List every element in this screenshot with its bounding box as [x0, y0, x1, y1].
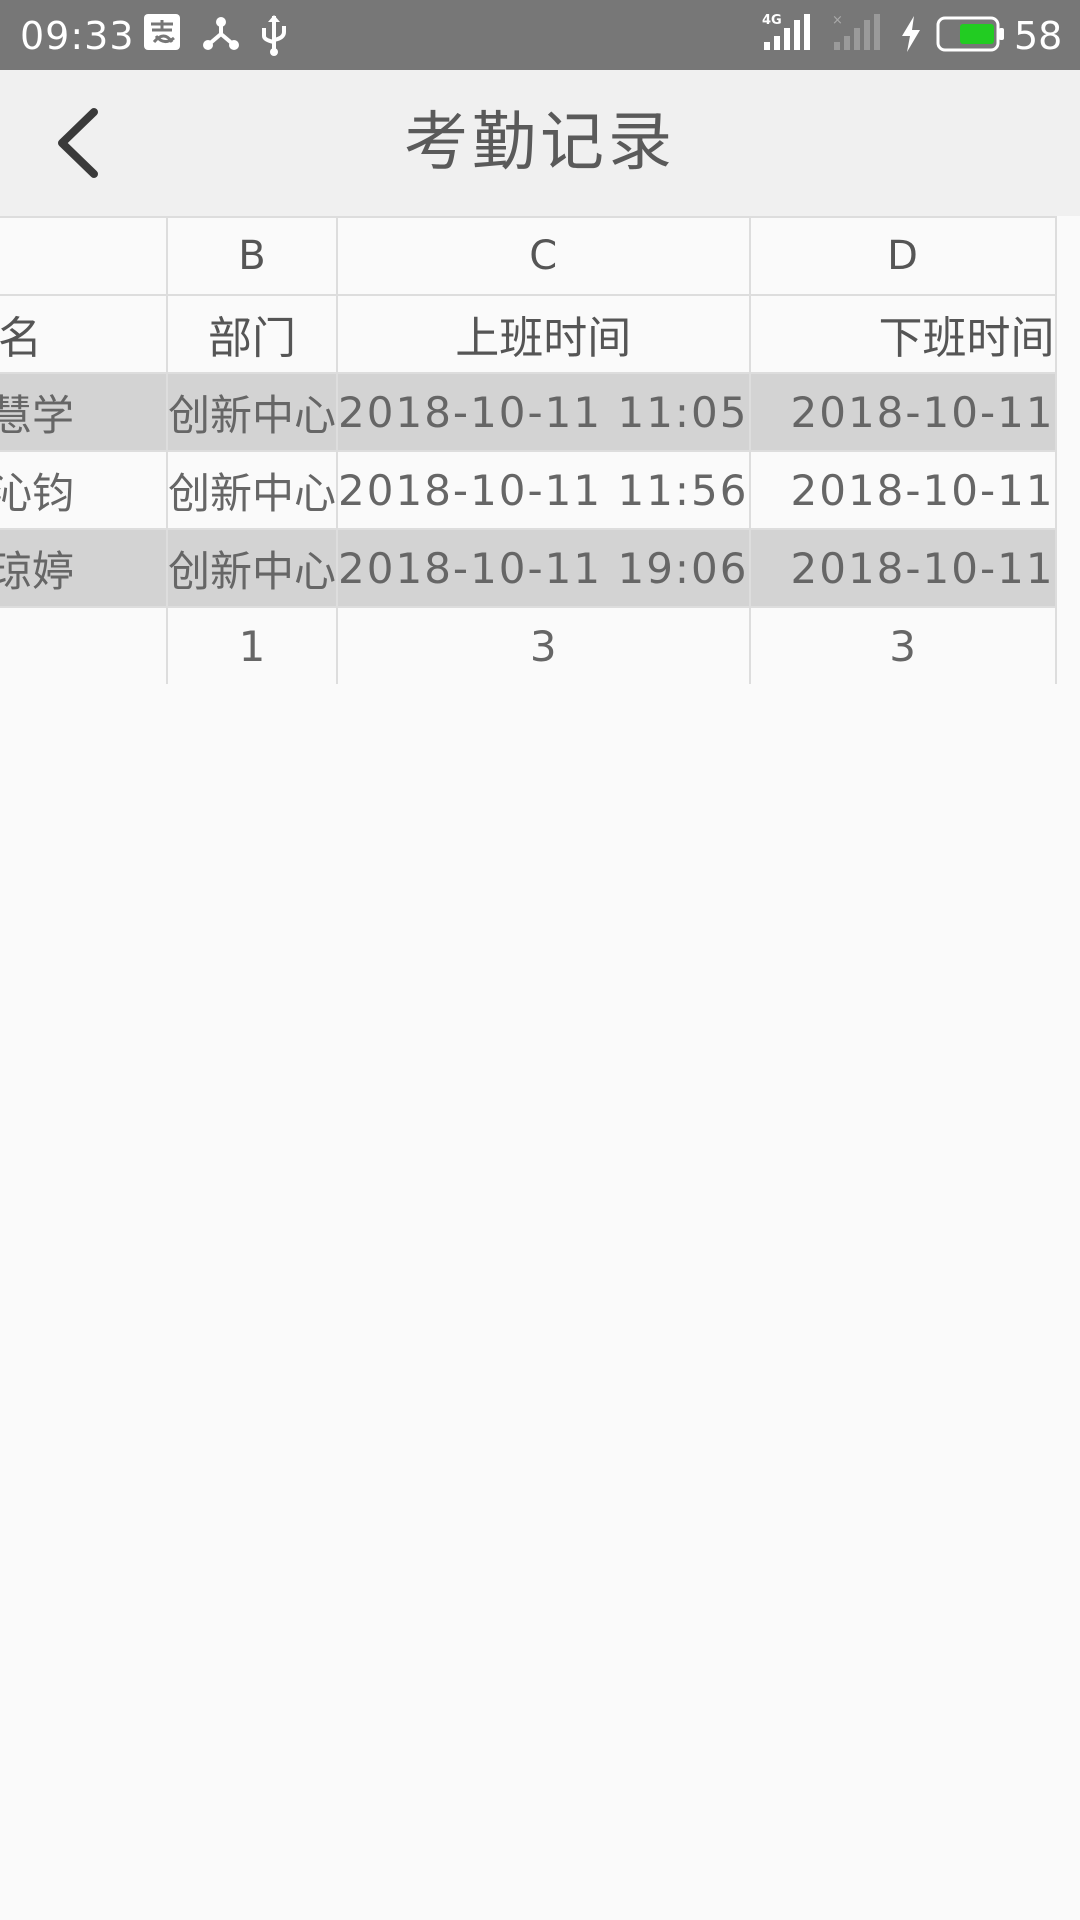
cell-department[interactable]: 创新中心 — [166, 450, 339, 530]
header-row: 姓名 部门 上班时间 下班时间 — [0, 294, 1057, 374]
cell-name[interactable]: 王琼婷 — [0, 528, 169, 608]
cell-clock-in[interactable]: 2018-10-11 19:06 — [336, 528, 751, 608]
cell-clock-out[interactable]: 2018-10-11 — [748, 450, 1057, 530]
summary-row: 3 1 3 3 — [0, 606, 1057, 684]
cell-clock-in[interactable]: 2018-10-11 11:05 — [336, 372, 751, 452]
table-row: 王琼婷 创新中心 2018-10-11 19:06 2018-10-11 — [0, 528, 1057, 608]
cell-department[interactable]: 创新中心 — [166, 528, 339, 608]
payment-app-icon — [142, 12, 182, 56]
usb-icon — [256, 12, 292, 60]
column-letter-d[interactable]: D — [748, 216, 1057, 296]
attendance-sheet[interactable]: A B C D 姓名 部门 上班时间 下班时间 尤慧学 创新中心 2018-10… — [0, 216, 1080, 684]
charging-icon — [900, 16, 922, 56]
share-icon — [200, 12, 242, 58]
summary-cell-a[interactable]: 3 — [0, 606, 169, 684]
status-bar: 09:33 4G × 58 — [0, 0, 1080, 70]
signal-none-icon: × — [830, 10, 882, 58]
summary-cell-c[interactable]: 3 — [336, 606, 751, 684]
cell-clock-out[interactable]: 2018-10-11 — [748, 528, 1057, 608]
column-letter-row: A B C D — [0, 216, 1057, 296]
column-letter-a[interactable]: A — [0, 216, 169, 296]
battery-icon — [936, 16, 1006, 56]
cell-name[interactable]: 刘沁钧 — [0, 450, 169, 530]
status-time: 09:33 — [20, 14, 135, 58]
cell-clock-in[interactable]: 2018-10-11 11:56 — [336, 450, 751, 530]
header-cell-department[interactable]: 部门 — [166, 294, 339, 374]
header-cell-name[interactable]: 姓名 — [0, 294, 169, 374]
attendance-table: A B C D 姓名 部门 上班时间 下班时间 尤慧学 创新中心 2018-10… — [0, 216, 1057, 684]
svg-text:×: × — [832, 13, 843, 28]
title-bar: 考勤记录 — [0, 70, 1080, 216]
table-row: 刘沁钧 创新中心 2018-10-11 11:56 2018-10-11 — [0, 450, 1057, 530]
chevron-left-icon — [58, 108, 98, 178]
column-letter-b[interactable]: B — [166, 216, 339, 296]
summary-cell-d[interactable]: 3 — [748, 606, 1057, 684]
cell-name[interactable]: 尤慧学 — [0, 372, 169, 452]
column-letter-c[interactable]: C — [336, 216, 751, 296]
table-row: 尤慧学 创新中心 2018-10-11 11:05 2018-10-11 — [0, 372, 1057, 452]
cell-department[interactable]: 创新中心 — [166, 372, 339, 452]
cell-clock-out[interactable]: 2018-10-11 — [748, 372, 1057, 452]
header-cell-clock-out[interactable]: 下班时间 — [748, 294, 1057, 374]
page-title: 考勤记录 — [404, 106, 676, 180]
svg-text:4G: 4G — [762, 13, 782, 28]
battery-percent: 58 — [1014, 14, 1063, 58]
signal-4g-icon: 4G — [760, 10, 812, 58]
summary-cell-b[interactable]: 1 — [166, 606, 339, 684]
back-button[interactable] — [40, 98, 120, 188]
header-cell-clock-in[interactable]: 上班时间 — [336, 294, 751, 374]
